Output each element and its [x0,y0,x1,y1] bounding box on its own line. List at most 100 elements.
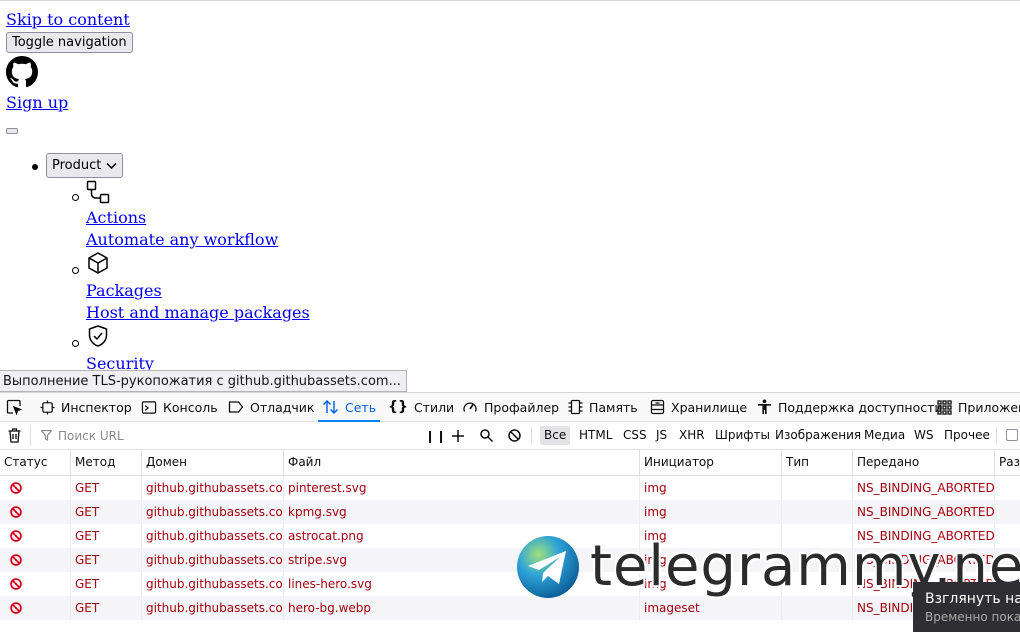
tab-accessibility[interactable]: Поддержка доступности [757,393,943,421]
cell-domain: github.githubassets.com [141,596,283,620]
cell-transferred: NS_BINDING_ABORTED [852,500,994,524]
table-row[interactable]: GET github.githubassets.com stripe.svg img N… [0,548,1020,572]
tab-style-editor[interactable]: {} Стили [388,393,454,421]
cell-size [994,524,1020,548]
list-bullet [72,267,79,274]
table-row[interactable]: GET github.githubassets.com pinterest.svg i… [0,476,1020,500]
packages-link[interactable]: Packages [86,281,162,300]
cell-domain: github.githubassets.com [141,572,283,596]
cell-status [0,500,70,524]
cell-status [0,524,70,548]
cell-file: pinterest.svg [283,476,639,500]
col-header-domain[interactable]: Домен [141,450,283,475]
table-row[interactable]: GET github.githubassets.com hero-bg.webp im… [0,596,1020,620]
network-icon [323,400,338,414]
tab-label: Приложения [958,399,1020,415]
product-menu-label: Product [52,158,102,173]
blocked-icon [10,554,22,566]
table-row[interactable]: GET github.githubassets.com astrocat.png im… [0,524,1020,548]
filter-ws[interactable]: WS [910,426,937,445]
table-row[interactable]: GET github.githubassets.com lines-hero.svg… [0,572,1020,596]
github-logo-icon[interactable] [6,56,38,92]
filter-images[interactable]: Изображения [771,426,865,445]
tab-memory[interactable]: Память [568,393,638,421]
skip-to-content-link[interactable]: Skip to content [6,10,130,29]
cell-status [0,476,70,500]
pause-button[interactable]: ❙❙ [425,422,447,449]
block-requests-button[interactable] [508,422,521,449]
cell-initiator: img [639,572,781,596]
col-header-type[interactable]: Тип [781,450,852,475]
console-icon [141,400,157,414]
devtools-tab-bar: Инспектор Консоль Отладчик Сеть {} Стили… [0,393,1020,422]
filter-media[interactable]: Медиа [860,426,909,445]
add-request-button[interactable] [452,422,464,449]
list-bullet [32,164,38,170]
actions-link[interactable]: Actions [86,208,146,227]
tab-profiler[interactable]: Профайлер [462,393,559,421]
filter-xhr[interactable]: XHR [675,426,709,445]
cell-file: hero-bg.webp [283,596,639,620]
blocked-icon [10,602,22,614]
cell-method: GET [70,572,141,596]
col-header-size[interactable]: Размер [994,450,1020,475]
cell-initiator: img [639,548,781,572]
package-icon [86,251,110,275]
cell-method: GET [70,524,141,548]
packages-desc-link[interactable]: Host and manage packages [86,303,310,322]
toggle-navigation-button[interactable]: Toggle navigation [6,32,133,53]
url-filter-input[interactable] [56,427,400,444]
cell-transferred: NS_BINDING_ABORTED [852,476,994,500]
filter-js[interactable]: JS [652,426,671,445]
filter-other[interactable]: Прочее [940,426,994,445]
col-header-file[interactable]: Файл [283,450,639,475]
memory-icon [568,399,583,415]
tab-application[interactable]: Приложения [937,393,1020,421]
search-button[interactable] [480,422,493,449]
empty-button[interactable] [6,128,18,134]
divider [531,427,532,444]
table-header-row: Статус Метод Домен Файл Инициатор Тип Пе… [0,450,1020,476]
tab-console[interactable]: Консоль [141,393,218,421]
element-picker-button[interactable] [6,393,22,421]
col-header-method[interactable]: Метод [70,450,141,475]
network-toolbar: ❙❙ Все HTML CSS JS XHR Шрифты Изображени… [0,422,1020,450]
plus-icon [452,429,464,442]
actions-desc-link[interactable]: Automate any workflow [86,230,278,249]
tab-network[interactable]: Сеть [317,393,381,422]
cell-initiator: img [639,500,781,524]
list-bullet [72,194,79,201]
tab-label: Память [589,399,638,415]
cell-type [781,548,852,572]
blocked-icon [10,506,22,518]
filter-all[interactable]: Все [540,426,571,445]
filter-html[interactable]: HTML [575,426,616,445]
cell-type [781,524,852,548]
sign-up-link[interactable]: Sign up [6,93,68,112]
col-header-transferred[interactable]: Передано [852,450,994,475]
tab-inspector[interactable]: Инспектор [40,393,132,421]
cell-type [781,596,852,620]
table-row[interactable]: GET github.githubassets.com kpmg.svg img NS_… [0,500,1020,524]
tab-storage[interactable]: Хранилище [650,393,747,421]
cell-type [781,572,852,596]
clear-requests-button[interactable] [8,422,21,449]
cell-size [994,500,1020,524]
filter-css[interactable]: CSS [619,426,651,445]
cell-transferred: NS_BINDING_ABORTED [852,548,994,572]
filter-fonts[interactable]: Шрифты [711,426,774,445]
url-filter-box[interactable] [30,425,400,446]
tab-debugger[interactable]: Отладчик [228,393,314,421]
col-header-initiator[interactable]: Инициатор [639,450,781,475]
tab-label: Отладчик [250,399,315,415]
cell-status [0,548,70,572]
cell-method: GET [70,476,141,500]
disable-cache-checkbox[interactable] [1006,429,1018,441]
search-icon [480,429,493,442]
style-editor-icon: {} [388,399,408,415]
storage-icon [650,399,665,415]
tab-label: Поддержка доступности [778,399,943,415]
product-menu-button[interactable]: Product [46,153,124,178]
col-header-status[interactable]: Статус [0,450,70,475]
devtools-panel: Инспектор Консоль Отладчик Сеть {} Стили… [0,392,1020,626]
